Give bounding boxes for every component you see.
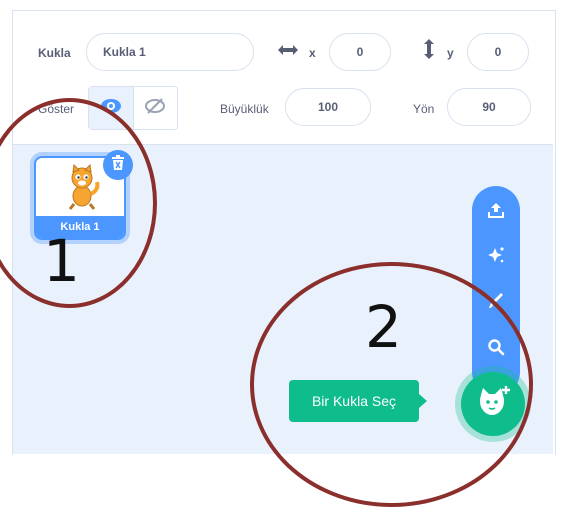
direction-label: Yön — [413, 102, 435, 116]
upload-sprite-button[interactable] — [478, 194, 514, 230]
surprise-icon — [487, 246, 505, 269]
direction-input[interactable]: 90 — [447, 88, 531, 126]
show-hidden-button[interactable] — [134, 87, 178, 129]
x-input[interactable]: 0 — [329, 33, 391, 71]
surprise-sprite-button[interactable] — [478, 239, 514, 275]
sprite-label: Kukla — [38, 46, 71, 60]
size-input[interactable]: 100 — [285, 88, 371, 126]
y-label: y — [447, 46, 454, 60]
upload-icon — [487, 201, 505, 224]
y-arrows-icon — [423, 38, 435, 65]
x-arrows-icon — [277, 43, 299, 62]
size-label: Büyüklük — [220, 102, 269, 116]
sprite-name-input[interactable]: Kukla 1 — [86, 33, 254, 71]
y-input[interactable]: 0 — [467, 33, 529, 71]
x-label: x — [309, 46, 316, 60]
annotation-number-1: 1 — [43, 227, 80, 295]
annotation-number-2: 2 — [365, 293, 402, 361]
eye-slash-icon — [144, 97, 166, 119]
